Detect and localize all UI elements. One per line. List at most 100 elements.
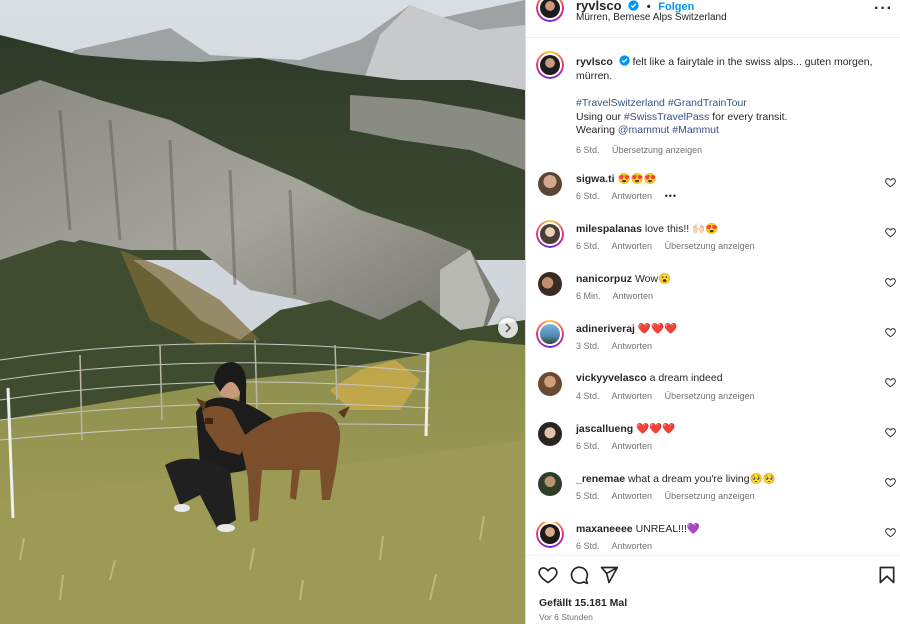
more-options-button[interactable]: ··· bbox=[874, 0, 893, 18]
comment-meta: 4 Std. Antworten Übersetzung anzeigen bbox=[576, 391, 765, 401]
hashtag-link[interactable]: #SwissTravelPass bbox=[624, 111, 709, 123]
reply-button[interactable]: Antworten bbox=[612, 441, 653, 451]
caption-first-line: ryvlsco felt like a fairytale in the swi… bbox=[576, 55, 894, 70]
caption-hashtags-line: #TravelSwitzerland #GrandTrainTour bbox=[576, 97, 894, 111]
comment-item: _renemae what a dream you're living🥺🥺 5 … bbox=[526, 472, 900, 522]
comment-meta: 6 Std. Antworten bbox=[576, 541, 662, 551]
reply-button[interactable]: Antworten bbox=[612, 341, 653, 351]
commenter-avatar[interactable] bbox=[538, 272, 562, 296]
comment-text: what a dream you're living🥺🥺 bbox=[627, 473, 776, 485]
comment-options-button[interactable]: ••• bbox=[665, 191, 677, 201]
comment-icon[interactable] bbox=[569, 565, 589, 585]
like-comment-heart-icon[interactable] bbox=[885, 277, 896, 288]
reply-button[interactable]: Antworten bbox=[613, 291, 654, 301]
caption-text: Using our bbox=[576, 110, 621, 123]
like-comment-heart-icon[interactable] bbox=[885, 477, 896, 488]
author-avatar[interactable] bbox=[536, 0, 564, 22]
comment-body: jascallueng ❤️❤️❤️ bbox=[576, 422, 675, 435]
post-photo[interactable] bbox=[0, 0, 525, 624]
comment-text: love this!! 🙌🏻😍 bbox=[644, 223, 719, 235]
caption-text-line2: mürren. bbox=[576, 69, 613, 82]
commenter-avatar[interactable] bbox=[538, 472, 562, 496]
like-comment-heart-icon[interactable] bbox=[885, 427, 896, 438]
like-comment-heart-icon[interactable] bbox=[885, 177, 896, 188]
hashtag-link[interactable]: #TravelSwitzerland bbox=[576, 97, 665, 109]
next-image-button[interactable] bbox=[498, 318, 518, 338]
commenter-avatar[interactable] bbox=[538, 172, 562, 196]
share-icon[interactable] bbox=[599, 565, 619, 585]
comment-text: Wow😮 bbox=[634, 273, 672, 285]
comment-meta: 3 Std. Antworten bbox=[576, 341, 662, 351]
comment-text: ❤️❤️❤️ bbox=[637, 323, 678, 335]
comment-timestamp: 6 Min. bbox=[576, 291, 601, 301]
post-actions-bar: Gefällt 15.181 Mal Vor 6 Stunden bbox=[526, 555, 900, 624]
translate-button[interactable]: Übersetzung anzeigen bbox=[665, 491, 755, 501]
commenter-username[interactable]: _renemae bbox=[576, 473, 625, 485]
comment-text: UNREAL!!!💜 bbox=[635, 523, 700, 535]
hashtag-link[interactable]: #Mammut bbox=[672, 124, 719, 136]
commenter-avatar[interactable] bbox=[536, 220, 564, 248]
comment-meta: 6 Min. Antworten bbox=[576, 291, 663, 301]
commenter-avatar[interactable] bbox=[538, 422, 562, 446]
reply-button[interactable]: Antworten bbox=[612, 241, 653, 251]
post-header: ryvlsco • Folgen Mürren, Bernese Alps Sw… bbox=[526, 0, 900, 38]
like-comment-heart-icon[interactable] bbox=[885, 527, 896, 538]
comment-body: _renemae what a dream you're living🥺🥺 bbox=[576, 472, 776, 485]
comment-body: adineriveraj ❤️❤️❤️ bbox=[576, 322, 677, 335]
post-sidebar: ryvlsco • Folgen Mürren, Bernese Alps Sw… bbox=[525, 0, 900, 624]
like-comment-heart-icon[interactable] bbox=[885, 327, 896, 338]
likes-count[interactable]: Gefällt 15.181 Mal bbox=[539, 597, 627, 609]
commenter-username[interactable]: sigwa.ti bbox=[576, 173, 615, 185]
heart-icon[interactable] bbox=[538, 565, 558, 585]
post-timestamp: Vor 6 Stunden bbox=[539, 612, 593, 622]
like-comment-heart-icon[interactable] bbox=[885, 377, 896, 388]
reply-button[interactable]: Antworten bbox=[612, 391, 653, 401]
commenter-avatar[interactable] bbox=[536, 522, 564, 548]
caption-timestamp: 6 Std. bbox=[576, 144, 600, 155]
translate-button[interactable]: Übersetzung anzeigen bbox=[612, 145, 702, 155]
commenter-username[interactable]: milespalanas bbox=[576, 223, 642, 235]
comment-text: ❤️❤️❤️ bbox=[636, 423, 676, 435]
location-link[interactable]: Mürren, Bernese Alps Switzerland bbox=[576, 12, 727, 23]
comment-timestamp: 4 Std. bbox=[576, 391, 600, 401]
commenter-username[interactable]: vickyyvelasco bbox=[576, 372, 647, 384]
caption-text-line1: felt like a fairytale in the swiss alps.… bbox=[632, 56, 873, 68]
comment-text: 😍😍😍 bbox=[617, 173, 657, 185]
reply-button[interactable]: Antworten bbox=[612, 191, 653, 201]
caption-author-avatar[interactable] bbox=[536, 51, 564, 79]
caption-username-link[interactable]: ryvlsco bbox=[576, 56, 613, 68]
caption-line3: Using our #SwissTravelPass for every tra… bbox=[576, 111, 894, 125]
instagram-post-modal: ryvlsco • Folgen Mürren, Bernese Alps Sw… bbox=[0, 0, 900, 624]
alpine-photo-illustration bbox=[0, 0, 525, 624]
comment-meta: 6 Std. Antworten ••• bbox=[576, 191, 687, 201]
comment-timestamp: 6 Std. bbox=[576, 191, 600, 201]
like-comment-heart-icon[interactable] bbox=[885, 227, 896, 238]
chevron-right-icon bbox=[505, 323, 512, 333]
comment-body: nanicorpuz Wow😮 bbox=[576, 272, 671, 285]
commenter-avatar[interactable] bbox=[536, 320, 564, 348]
comment-timestamp: 5 Std. bbox=[576, 491, 600, 501]
comment-item: milespalanas love this!! 🙌🏻😍 6 Std. Antw… bbox=[526, 220, 900, 272]
commenter-username[interactable]: jascallueng bbox=[576, 423, 633, 435]
reply-button[interactable]: Antworten bbox=[612, 541, 653, 551]
mention-link[interactable]: @mammut bbox=[618, 124, 670, 136]
verified-badge-icon bbox=[619, 55, 630, 66]
commenter-username[interactable]: adineriveraj bbox=[576, 323, 635, 335]
translate-button[interactable]: Übersetzung anzeigen bbox=[665, 241, 755, 251]
comment-meta: 6 Std. Antworten Übersetzung anzeigen bbox=[576, 241, 765, 251]
comment-meta: 5 Std. Antworten Übersetzung anzeigen bbox=[576, 491, 765, 501]
translate-button[interactable]: Übersetzung anzeigen bbox=[665, 391, 755, 401]
commenter-avatar[interactable] bbox=[538, 372, 562, 396]
commenter-username[interactable]: maxaneeee bbox=[576, 523, 633, 535]
comment-body: sigwa.ti 😍😍😍 bbox=[576, 172, 657, 185]
comment-item: maxaneeee UNREAL!!!💜 6 Std. Antworten bbox=[526, 522, 900, 554]
comment-body: milespalanas love this!! 🙌🏻😍 bbox=[576, 222, 718, 235]
reply-button[interactable]: Antworten bbox=[612, 491, 653, 501]
hashtag-link[interactable]: #GrandTrainTour bbox=[668, 97, 747, 109]
bookmark-icon[interactable] bbox=[877, 565, 897, 585]
comment-item: vickyyvelasco a dream indeed 4 Std. Antw… bbox=[526, 372, 900, 422]
comment-body: vickyyvelasco a dream indeed bbox=[576, 372, 723, 384]
comment-text: a dream indeed bbox=[649, 372, 723, 384]
commenter-username[interactable]: nanicorpuz bbox=[576, 273, 632, 285]
caption-line4: Wearing @mammut #Mammut bbox=[576, 124, 894, 138]
